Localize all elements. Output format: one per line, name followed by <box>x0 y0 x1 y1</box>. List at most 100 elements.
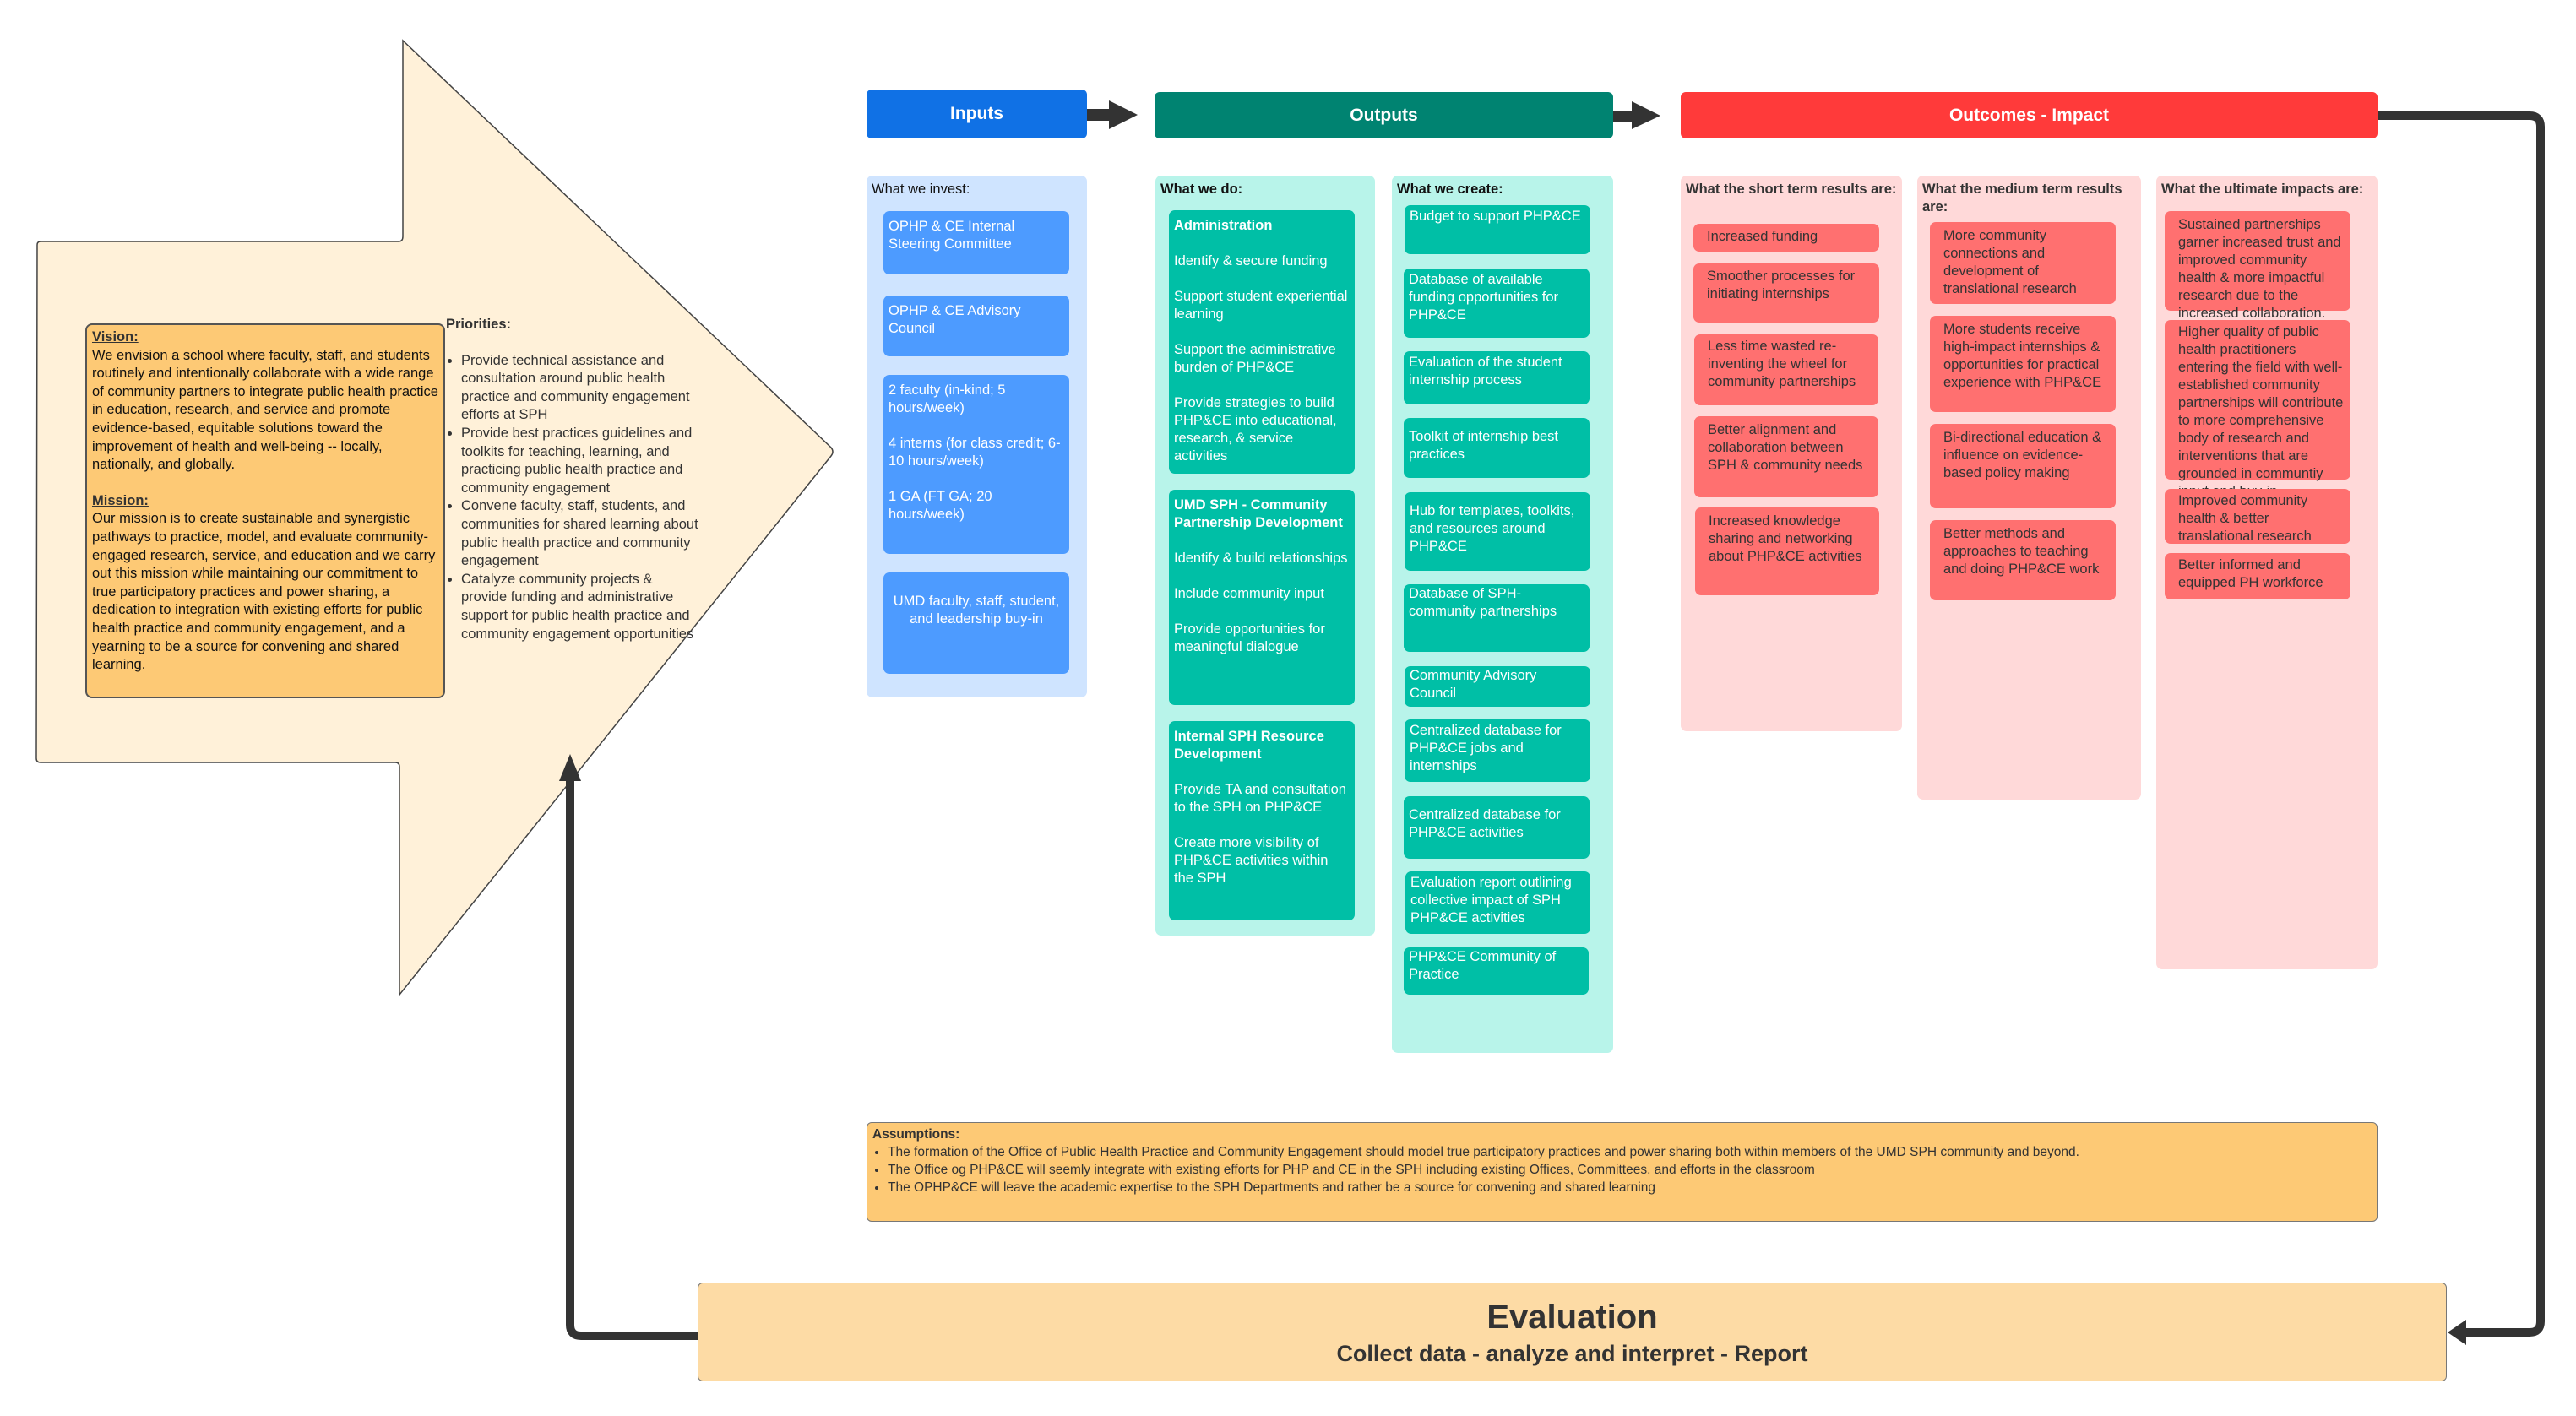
activity-group-heading: Internal SPH Resource Development <box>1174 729 1324 762</box>
outcome-card: More students receive high-impact intern… <box>1930 316 2116 412</box>
output-card: Evaluation of the student internship pro… <box>1404 351 1590 404</box>
outcome-card: Increased funding <box>1693 224 1879 252</box>
activity-group: Internal SPH Resource Development Provid… <box>1169 721 1355 920</box>
inputs-panel: What we invest: OPHP & CE Internal Steer… <box>867 176 1087 697</box>
activity-item: Provide strategies to build PHP&CE into … <box>1174 395 1337 464</box>
outcome-card-text: Less time wasted re-inventing the wheel … <box>1708 339 1856 389</box>
medium-term-title: What the medium term results are: <box>1922 182 2122 214</box>
activity-item: Support the administrative burden of PHP… <box>1174 342 1336 375</box>
output-card: Evaluation report outlining collective i… <box>1405 871 1590 934</box>
arrow-outputs-to-outcomes <box>1613 101 1660 129</box>
output-card: Community Advisory Council <box>1405 666 1590 707</box>
medium-term-results-panel: What the medium term results are: More c… <box>1917 176 2141 800</box>
ultimate-impacts-panel: What the ultimate impacts are: Sustained… <box>2156 176 2378 969</box>
impact-card-text: Better informed and equipped PH workforc… <box>2178 557 2323 590</box>
input-card-text: UMD faculty, staff, student, and leaders… <box>893 594 1060 627</box>
assumptions-heading: Assumptions: <box>872 1127 960 1142</box>
what-we-create-panel: What we create: Budget to support PHP&CE… <box>1392 176 1613 1053</box>
activity-item: Create more visibility of PHP&CE activit… <box>1174 835 1329 886</box>
create-panel-title: What we create: <box>1397 182 1503 197</box>
mission-text: Our mission is to create sustainable and… <box>92 511 436 673</box>
activity-item: Include community input <box>1174 586 1324 601</box>
evaluation-subtitle: Collect data - analyze and interpret - R… <box>1336 1341 1808 1366</box>
outcome-card: Increased knowledge sharing and networki… <box>1695 507 1879 595</box>
outputs-header: Outputs <box>1155 92 1613 138</box>
priorities: Priorities: Provide technical assistance… <box>446 316 699 643</box>
impact-card: Better informed and equipped PH workforc… <box>2165 553 2350 599</box>
evaluation-title: Evaluation <box>1486 1299 1658 1336</box>
activity-item: Identify & build relationships <box>1174 551 1348 566</box>
priority-item: Provide best practices guidelines and to… <box>461 425 699 497</box>
inputs-panel-title: What we invest: <box>872 182 970 197</box>
outcome-card: Better alignment and collaboration betwe… <box>1694 416 1878 497</box>
output-card: PHP&CE Community of Practice <box>1404 947 1589 995</box>
output-card: Toolkit of internship best practices <box>1404 418 1590 478</box>
input-card-text: 2 faculty (in-kind; 5 hours/week) <box>889 382 1006 415</box>
output-card-text: Database of SPH-community partnerships <box>1409 586 1557 619</box>
vision-heading: Vision: <box>92 329 139 345</box>
short-term-title: What the short term results are: <box>1686 182 1897 197</box>
input-card: UMD faculty, staff, student, and leaders… <box>883 572 1069 674</box>
activity-item: Identify & secure funding <box>1174 253 1328 269</box>
output-card: Database of available funding opportunit… <box>1404 269 1590 338</box>
activity-group-heading: UMD SPH - Community Partnership Developm… <box>1174 497 1343 530</box>
outcome-card: Less time wasted re-inventing the wheel … <box>1694 334 1878 405</box>
outcome-card-text: Bi-directional education & influence on … <box>1943 430 2102 480</box>
input-card: OPHP & CE Advisory Council <box>883 296 1069 356</box>
arrow-outcomes-to-evaluation <box>2378 111 2545 1337</box>
input-card-text: 4 interns (for class credit; 6-10 hours/… <box>889 436 1061 469</box>
arrow-evaluation-to-strategy <box>566 770 698 1340</box>
input-card-text: 1 GA (FT GA; 20 hours/week) <box>889 489 992 522</box>
outcome-card: Better methods and approaches to teachin… <box>1930 520 2116 600</box>
input-card: 2 faculty (in-kind; 5 hours/week) 4 inte… <box>883 375 1069 554</box>
output-card-text: Evaluation of the student internship pro… <box>1409 355 1562 388</box>
impact-card: Sustained partnerships garner increased … <box>2165 211 2350 321</box>
activity-group-heading: Administration <box>1174 218 1273 233</box>
outcome-card-text: Better methods and approaches to teachin… <box>1943 526 2100 577</box>
evaluation-box: Evaluation Collect data - analyze and in… <box>698 1283 2447 1381</box>
outcome-card: More community connections and developme… <box>1930 222 2116 304</box>
output-card: Hub for templates, toolkits, and resourc… <box>1405 492 1590 571</box>
priority-item: Provide technical assistance and consult… <box>461 352 699 425</box>
priority-item: Catalyze community projects & provide fu… <box>461 571 699 643</box>
output-card-text: Centralized database for PHP&CE jobs and… <box>1410 723 1562 773</box>
impact-card: Improved community health & better trans… <box>2165 489 2350 544</box>
input-card-text: OPHP & CE Advisory Council <box>889 303 1021 336</box>
output-card: Budget to support PHP&CE <box>1405 205 1590 254</box>
output-card-text: Database of available funding opportunit… <box>1409 272 1559 323</box>
vision-text: We envision a school where faculty, staf… <box>92 347 438 473</box>
inputs-header: Inputs <box>867 90 1087 138</box>
outcome-card: Smoother processes for initiating intern… <box>1693 263 1879 323</box>
activity-item: Support student experiential learning <box>1174 289 1348 322</box>
output-card-text: Budget to support PHP&CE <box>1410 209 1581 224</box>
ultimate-title: What the ultimate impacts are: <box>2161 182 2364 197</box>
priority-item: Convene faculty, staff, students, and co… <box>461 497 699 570</box>
activity-group: UMD SPH - Community Partnership Developm… <box>1169 490 1355 705</box>
do-panel-title: What we do: <box>1160 182 1243 197</box>
activity-item: Provide TA and consultation to the SPH o… <box>1174 782 1346 815</box>
priorities-heading: Priorities: <box>446 317 512 332</box>
outcome-card-text: Smoother processes for initiating intern… <box>1707 269 1856 301</box>
output-card-text: Evaluation report outlining collective i… <box>1410 875 1572 925</box>
impact-card-text: Improved community health & better trans… <box>2178 493 2312 544</box>
output-card: Centralized database for PHP&CE activiti… <box>1404 796 1590 859</box>
activity-group: Administration Identify & secure funding… <box>1169 210 1355 474</box>
output-card: Centralized database for PHP&CE jobs and… <box>1405 719 1590 782</box>
input-card: OPHP & CE Internal Steering Committee <box>883 211 1069 274</box>
impact-card-text: Higher quality of public health practiti… <box>2178 324 2344 499</box>
assumption-item: The Office og PHP&CE will seemly integra… <box>888 1161 2372 1179</box>
outcomes-header: Outcomes - Impact <box>1681 92 2378 138</box>
activity-item: Provide opportunities for meaningful dia… <box>1174 621 1325 654</box>
outcome-card: Bi-directional education & influence on … <box>1930 424 2116 508</box>
input-card-text: OPHP & CE Internal Steering Committee <box>889 219 1015 252</box>
output-card-text: Centralized database for PHP&CE activiti… <box>1409 807 1561 840</box>
output-card-text: Community Advisory Council <box>1410 668 1537 701</box>
output-card-text: PHP&CE Community of Practice <box>1409 949 1557 982</box>
mission-heading: Mission: <box>92 492 149 508</box>
output-card: Database of SPH-community partnerships <box>1404 584 1590 652</box>
arrow-inputs-to-outputs <box>1087 100 1138 129</box>
arrow-head-evaluation <box>2448 1320 2466 1345</box>
outcome-card-text: More students receive high-impact intern… <box>1943 322 2102 390</box>
outcome-card-text: More community connections and developme… <box>1943 228 2077 296</box>
impact-card-text: Sustained partnerships garner increased … <box>2178 217 2341 321</box>
